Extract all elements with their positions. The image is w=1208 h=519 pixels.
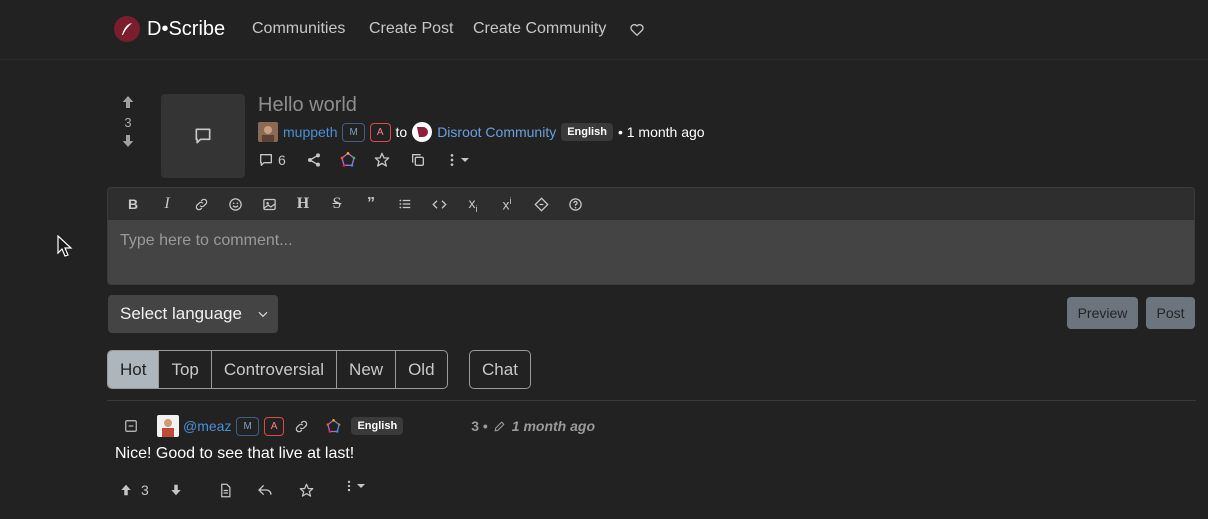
commenter-avatar[interactable] — [157, 415, 179, 437]
comment-language-badge: English — [351, 417, 404, 435]
to-label: to — [395, 124, 408, 140]
sort-hot[interactable]: Hot — [108, 351, 160, 388]
brand-link[interactable]: D•Scribe — [114, 16, 225, 42]
post-title[interactable]: Hello world — [258, 94, 357, 117]
community-link[interactable]: Disroot Community — [437, 124, 556, 140]
crosspost-icon[interactable] — [410, 152, 426, 168]
header-icon[interactable]: H — [286, 188, 320, 220]
mouse-cursor-icon — [57, 235, 73, 257]
post-time: • 1 month ago — [617, 124, 705, 140]
comment-upvote-count: 3 — [141, 482, 149, 498]
language-select-value: Select language — [120, 304, 242, 323]
comment-time: 1 month ago — [511, 418, 596, 434]
reply-icon[interactable] — [257, 482, 273, 498]
post-meta: muppeth M A to Disroot Community English… — [258, 122, 705, 142]
sort-new[interactable]: New — [337, 351, 397, 388]
spoiler-icon[interactable] — [524, 188, 558, 220]
admin-badge: A — [369, 122, 391, 142]
link-icon[interactable] — [184, 188, 218, 220]
quill-logo-icon — [114, 16, 140, 42]
image-icon[interactable] — [252, 188, 286, 220]
fediverse-icon[interactable] — [340, 152, 356, 168]
brand-name: D•Scribe — [147, 17, 226, 40]
nav-create-post-link[interactable]: Create Post — [369, 20, 453, 38]
moderator-badge: M — [342, 122, 365, 142]
post-button[interactable]: Post — [1146, 297, 1195, 329]
downvote-arrow-icon[interactable] — [118, 133, 138, 152]
chevron-down-icon — [258, 311, 268, 318]
help-icon[interactable] — [558, 188, 592, 220]
post-author-link[interactable]: muppeth — [283, 124, 337, 140]
comment-score: 3 • — [471, 418, 488, 434]
comment-sort-group: Hot Top Controversial New Old — [107, 350, 448, 389]
comment-body: Nice! Good to see that live at last! — [115, 445, 355, 462]
collapse-icon[interactable] — [124, 419, 138, 433]
comment-link-icon[interactable] — [294, 419, 309, 434]
author-avatar[interactable] — [258, 122, 278, 142]
nav-communities-link[interactable]: Communities — [252, 20, 345, 38]
strikethrough-icon[interactable]: S — [320, 188, 354, 220]
post-score: 3 — [124, 115, 132, 130]
fediverse-icon[interactable] — [326, 418, 341, 434]
bold-icon[interactable]: B — [116, 188, 150, 220]
language-select[interactable]: Select language — [108, 295, 278, 333]
more-options-icon[interactable] — [444, 152, 470, 168]
superscript-icon[interactable]: xi — [490, 188, 524, 220]
community-icon — [412, 122, 433, 142]
comment-downvote-icon[interactable] — [169, 483, 183, 497]
share-icon[interactable] — [306, 152, 322, 168]
subscript-icon[interactable]: xi — [456, 188, 490, 220]
comment-actions: 3 — [119, 479, 366, 498]
edited-pencil-icon — [493, 420, 506, 433]
sort-top[interactable]: Top — [159, 351, 212, 388]
heart-icon[interactable] — [629, 22, 645, 41]
divider — [107, 400, 1196, 401]
chat-view-button[interactable]: Chat — [469, 350, 531, 389]
preview-button[interactable]: Preview — [1067, 297, 1138, 329]
post-vote-column: 3 — [118, 94, 138, 152]
comment-editor: B I H S ” xi xi Type here to comment... — [107, 187, 1195, 285]
star-icon[interactable] — [374, 152, 390, 168]
comments-icon[interactable] — [258, 152, 274, 168]
view-source-icon[interactable] — [218, 483, 233, 498]
star-icon[interactable] — [299, 483, 314, 498]
comment-count: 6 — [278, 152, 286, 168]
editor-toolbar: B I H S ” xi xi — [108, 188, 1194, 220]
moderator-badge: M — [236, 416, 259, 436]
italic-icon[interactable]: I — [150, 188, 184, 220]
comment-bubble-icon — [195, 128, 211, 144]
nav-create-community-link[interactable]: Create Community — [473, 20, 606, 38]
list-icon[interactable] — [388, 188, 422, 220]
post-actions: 6 — [258, 152, 470, 168]
comment-author-link[interactable]: @meaz — [183, 418, 231, 434]
comment-upvote-icon[interactable] — [119, 483, 133, 497]
code-icon[interactable] — [422, 188, 456, 220]
admin-badge: A — [263, 416, 285, 436]
upvote-arrow-icon[interactable] — [118, 94, 138, 113]
comment-textarea[interactable]: Type here to comment... — [108, 220, 1194, 284]
sort-controversial[interactable]: Controversial — [212, 351, 338, 388]
post-thumbnail[interactable] — [161, 94, 245, 178]
quote-icon[interactable]: ” — [354, 188, 388, 220]
language-badge: English — [561, 123, 613, 141]
sort-old[interactable]: Old — [396, 351, 446, 388]
navbar: D•Scribe Communities Create Post Create … — [0, 0, 1208, 60]
more-options-icon[interactable] — [342, 479, 366, 493]
emoji-icon[interactable] — [218, 188, 252, 220]
comment-header: @meaz M A English 3 • 1 month ago — [124, 415, 595, 437]
